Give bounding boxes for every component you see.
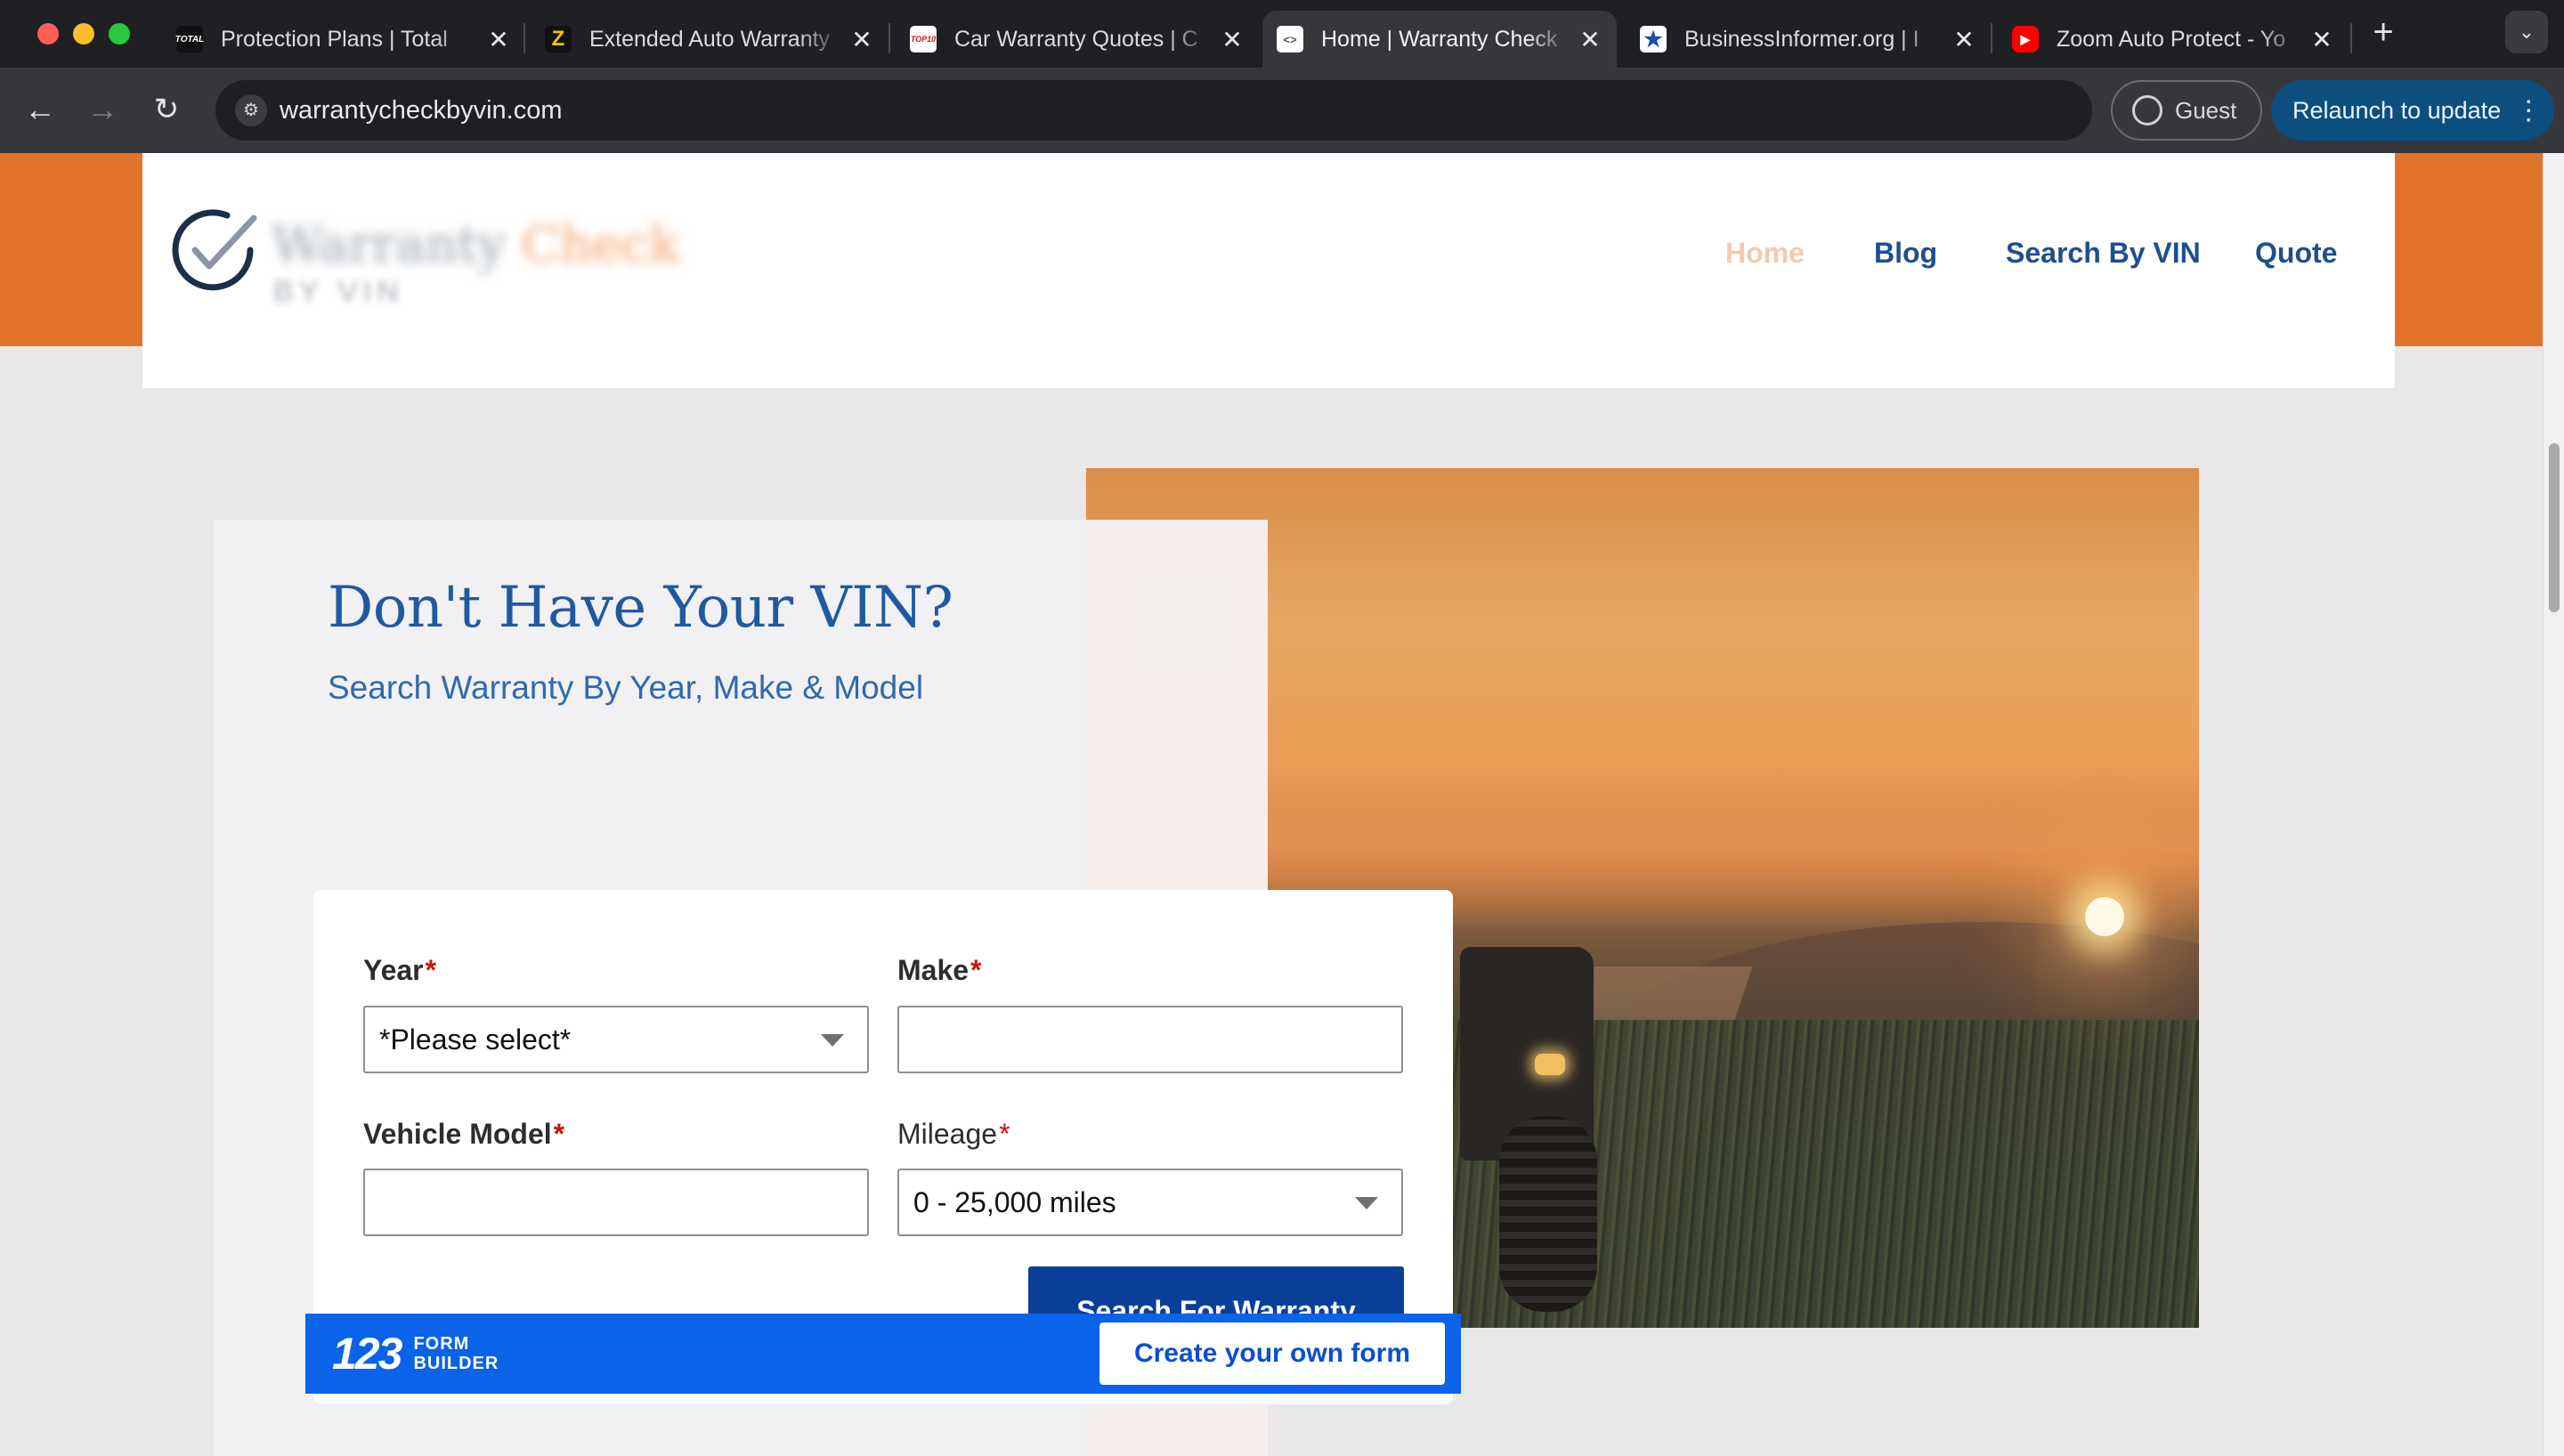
reload-icon[interactable]: ↻: [144, 87, 189, 132]
logo-word-1: Warranty: [272, 216, 507, 274]
browser-chrome: TOTAL Protection Plans | Total ✕ Z Exten…: [0, 0, 2564, 153]
dropdown-caret-icon: [1355, 1197, 1378, 1209]
close-tab-icon[interactable]: ✕: [1572, 25, 1608, 54]
page-subtitle: Search Warranty By Year, Make & Model: [328, 669, 924, 706]
tab-title: Protection Plans | Total: [221, 26, 448, 52]
vehicle-model-label: Vehicle Model*: [363, 1118, 564, 1151]
maximize-window-button[interactable]: [109, 23, 130, 44]
required-mark: *: [425, 954, 437, 986]
page-scrollbar[interactable]: [2543, 153, 2564, 1456]
person-icon: [2132, 95, 2162, 125]
year-select[interactable]: *Please select*: [363, 1006, 869, 1073]
tab-title: Zoom Auto Protect - Yo: [2057, 26, 2286, 52]
mileage-select-value: 0 - 25,000 miles: [913, 1185, 1116, 1218]
tab-separator: [1991, 23, 1992, 53]
site-info-tune-icon[interactable]: ⚙: [235, 94, 267, 126]
close-tab-icon[interactable]: ✕: [1946, 25, 1982, 54]
vehicle-model-label-text: Vehicle Model: [363, 1118, 552, 1150]
create-your-own-form-button[interactable]: Create your own form: [1099, 1323, 1445, 1385]
dropdown-caret-icon: [821, 1034, 844, 1047]
browser-tab-3[interactable]: TOP10 Car Warranty Quotes | C ✕: [896, 11, 1259, 68]
page-viewport: Warranty Check BY VIN Home Blog Search B…: [0, 153, 2543, 1456]
back-arrow-icon[interactable]: ←: [18, 87, 62, 132]
url-text[interactable]: warrantycheckbyvin.com: [280, 96, 563, 125]
photo-jeep: [1442, 938, 1620, 1312]
make-label: Make*: [897, 954, 982, 987]
page-title: Don't Have Your VIN?: [328, 575, 953, 641]
tab-search-chevron-icon[interactable]: ⌄: [2505, 11, 2548, 53]
new-tab-plus-icon[interactable]: +: [2364, 12, 2403, 52]
form-builder-number: 123: [332, 1329, 402, 1379]
youtube-favicon-icon: ▶: [2012, 26, 2039, 53]
close-window-button[interactable]: [37, 23, 59, 44]
vehicle-model-input[interactable]: [363, 1169, 869, 1236]
tab-title: Car Warranty Quotes | C: [954, 26, 1198, 52]
tab-title: Home | Warranty Check: [1321, 26, 1558, 52]
star-favicon-icon: ★: [1640, 26, 1667, 53]
form-builder-text: FORM BUILDER: [413, 1334, 499, 1373]
form-builder-line-1: FORM: [413, 1334, 470, 1354]
close-tab-icon[interactable]: ✕: [1214, 25, 1250, 54]
nav-search-by-vin[interactable]: Search By VIN: [2006, 237, 2201, 270]
tab-title: Extended Auto Warranty: [589, 26, 831, 52]
mileage-select[interactable]: 0 - 25,000 miles: [897, 1169, 1403, 1236]
check-circle-logo-icon: [172, 209, 257, 291]
guest-profile-button[interactable]: Guest: [2111, 80, 2262, 141]
close-tab-icon[interactable]: ✕: [2304, 25, 2340, 54]
tab-separator: [523, 23, 525, 53]
tab-title: BusinessInformer.org | I: [1684, 26, 1919, 52]
more-vert-icon[interactable]: ⋮: [2515, 95, 2542, 126]
browser-tab-6[interactable]: ▶ Zoom Auto Protect - Yo ✕: [1998, 11, 2349, 68]
mileage-label-text: Mileage: [897, 1118, 998, 1150]
nav-quote[interactable]: Quote: [2255, 237, 2337, 270]
close-tab-icon[interactable]: ✕: [481, 25, 516, 54]
year-label-text: Year: [363, 954, 424, 986]
browser-tab-5[interactable]: ★ BusinessInformer.org | I ✕: [1626, 11, 1991, 68]
required-mark: *: [553, 1118, 565, 1150]
form-builder-banner: 123 FORM BUILDER Create your own form: [305, 1314, 1461, 1394]
required-mark: *: [999, 1118, 1010, 1150]
make-label-text: Make: [897, 954, 970, 986]
top10-favicon-icon: TOP10: [910, 26, 937, 53]
logo-word-2: Check: [522, 216, 680, 274]
form-builder-logo[interactable]: 123 FORM BUILDER: [332, 1329, 499, 1379]
site-logo[interactable]: Warranty Check BY VIN: [165, 202, 699, 327]
logo-wordmark: Warranty Check: [272, 216, 679, 274]
logo-subtitle: BY VIN: [273, 275, 404, 309]
close-tab-icon[interactable]: ✕: [844, 25, 880, 54]
scrollbar-thumb[interactable]: [2549, 443, 2560, 612]
address-bar[interactable]: ⚙ warrantycheckbyvin.com: [215, 80, 2092, 141]
z-favicon-icon: Z: [545, 26, 572, 53]
jeep-headlight: [1535, 1054, 1565, 1075]
mileage-label: Mileage*: [897, 1118, 1010, 1151]
browser-tab-active[interactable]: <> Home | Warranty Check ✕: [1262, 11, 1617, 68]
photo-sun: [2085, 897, 2124, 936]
tab-strip: TOTAL Protection Plans | Total ✕ Z Exten…: [0, 0, 2564, 68]
make-input[interactable]: [897, 1006, 1403, 1073]
code-favicon-icon: <>: [1277, 26, 1303, 53]
relaunch-label: Relaunch to update: [2292, 96, 2502, 124]
form-builder-line-2: BUILDER: [413, 1354, 499, 1373]
nav-home[interactable]: Home: [1725, 237, 1805, 270]
browser-tab-2[interactable]: Z Extended Auto Warranty ✕: [531, 11, 888, 68]
year-label: Year*: [363, 954, 436, 987]
total-favicon-icon: TOTAL: [175, 26, 204, 53]
tab-separator: [888, 23, 890, 53]
tab-separator: [2350, 23, 2352, 53]
relaunch-to-update-button[interactable]: Relaunch to update ⋮: [2271, 80, 2554, 141]
nav-blog[interactable]: Blog: [1874, 237, 1937, 270]
guest-label: Guest: [2175, 96, 2237, 124]
required-mark: *: [970, 954, 982, 986]
browser-tab-1[interactable]: TOTAL Protection Plans | Total ✕: [162, 11, 525, 68]
browser-toolbar: ← → ↻ ⚙ warrantycheckbyvin.com Guest Rel…: [0, 68, 2564, 153]
year-select-value: *Please select*: [379, 1023, 572, 1056]
jeep-wheel: [1499, 1116, 1597, 1312]
site-header: Warranty Check BY VIN Home Blog Search B…: [142, 153, 2395, 388]
forward-arrow-icon[interactable]: →: [80, 87, 125, 132]
minimize-window-button[interactable]: [73, 23, 94, 44]
